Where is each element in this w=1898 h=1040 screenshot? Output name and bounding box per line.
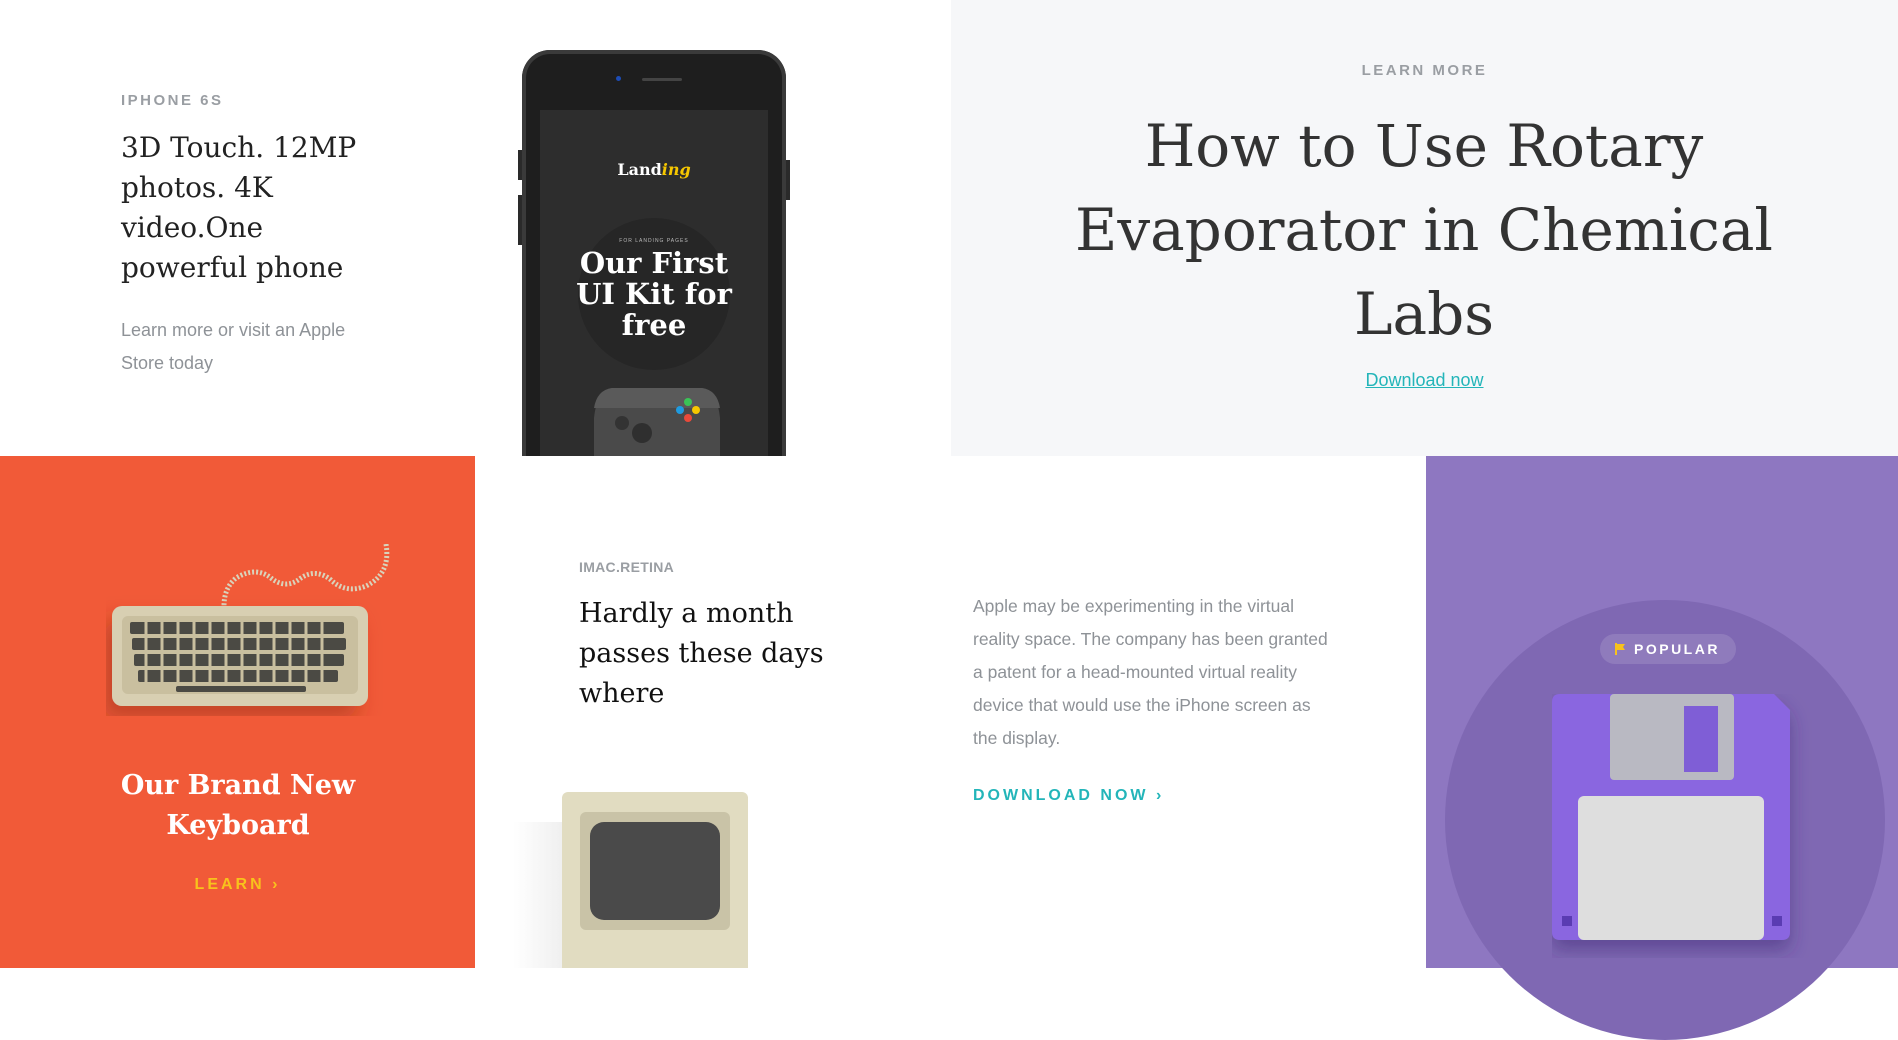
iphone-subtitle: Learn more or visit an Apple Store today (121, 320, 346, 373)
phone-screen: Landing FOR LANDING PAGES Our First UI K… (540, 110, 768, 470)
imac-title: Hardly a month passes these days where (579, 598, 824, 709)
rotary-title: How to Use Rotary Evaporator in Chemical… (1075, 112, 1773, 348)
phone-camera (616, 76, 621, 81)
imac-screen (590, 822, 720, 920)
kit-title: Our First UI Kit for free (576, 246, 732, 342)
rotary-section: LEARN MORE How to Use Rotary Evaporator … (951, 0, 1898, 456)
download-now-label: DOWNLOAD NOW (973, 787, 1149, 804)
floppy-disk-image (1552, 694, 1790, 940)
chevron-right-icon: › (272, 876, 281, 893)
imac-description: Apple may be experimenting in the virtua… (973, 596, 1328, 748)
phone-speaker (642, 78, 682, 81)
iphone-section: IPHONE 6S 3D Touch. 12MP photos. 4K vide… (0, 0, 951, 470)
imac-image (562, 792, 748, 968)
floppy-section: POPULAR (1426, 456, 1898, 1040)
learn-link-label: LEARN (194, 876, 265, 893)
flag-icon (1614, 642, 1626, 655)
kit-logo: Landing (617, 160, 691, 179)
learn-link[interactable]: LEARN › (0, 876, 475, 894)
keyboard-title: Our Brand New Keyboard (120, 770, 356, 841)
keyboard-image (112, 544, 390, 706)
iphone-title: 3D Touch. 12MP photos. 4K video.One powe… (121, 131, 357, 284)
imac-section: IMAC.RETINA Hardly a month passes these … (475, 456, 1426, 968)
popular-badge: POPULAR (1600, 634, 1736, 664)
download-now-link[interactable]: Download now (951, 370, 1898, 391)
rotary-eyebrow: LEARN MORE (1361, 62, 1488, 79)
iphone-image: Landing FOR LANDING PAGES Our First UI K… (518, 50, 790, 470)
keyboard-section: Our Brand New Keyboard LEARN › (0, 456, 475, 968)
download-now-button[interactable]: DOWNLOAD NOW › (973, 787, 1164, 805)
phone-side-button (518, 150, 522, 180)
phone-side-button (786, 160, 790, 200)
popular-label: POPULAR (1634, 641, 1720, 657)
phone-side-button (518, 195, 522, 245)
imac-eyebrow: IMAC.RETINA (579, 559, 675, 575)
iphone-eyebrow: IPHONE 6S (121, 92, 224, 109)
kit-caption: FOR LANDING PAGES (619, 238, 689, 244)
chevron-right-icon: › (1155, 787, 1165, 804)
